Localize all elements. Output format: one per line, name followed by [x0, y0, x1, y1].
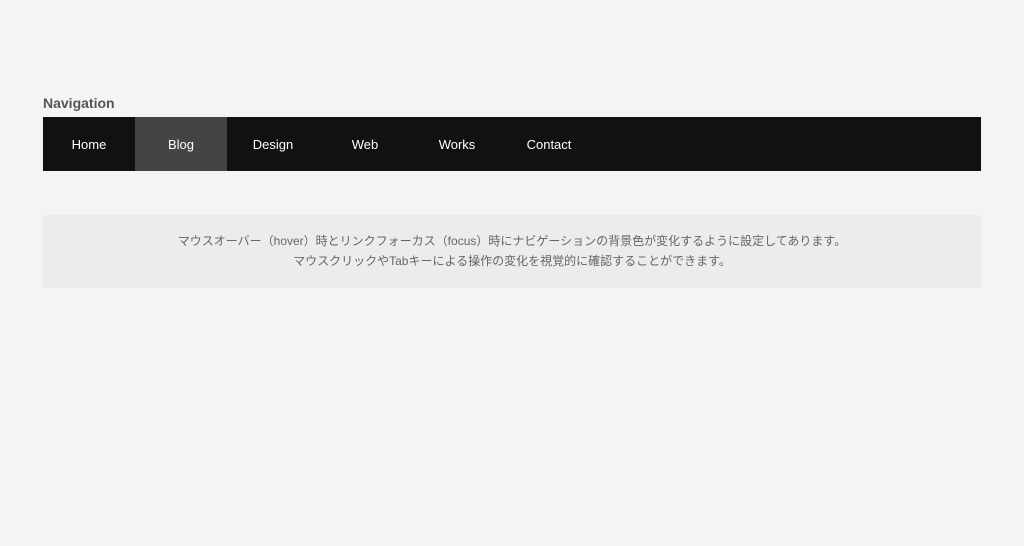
navigation-title: Navigation: [43, 95, 981, 111]
nav-item-contact[interactable]: Contact: [503, 117, 595, 171]
nav-item-home[interactable]: Home: [43, 117, 135, 171]
description-line-1: マウスオーバー（hover）時とリンクフォーカス（focus）時にナビゲーション…: [63, 231, 961, 251]
nav-item-web[interactable]: Web: [319, 117, 411, 171]
nav-item-blog[interactable]: Blog: [135, 117, 227, 171]
description-box: マウスオーバー（hover）時とリンクフォーカス（focus）時にナビゲーション…: [43, 215, 981, 288]
navigation-bar: Home Blog Design Web Works Contact: [43, 117, 981, 171]
nav-item-design[interactable]: Design: [227, 117, 319, 171]
description-line-2: マウスクリックやTabキーによる操作の変化を視覚的に確認することができます。: [63, 251, 961, 271]
nav-item-works[interactable]: Works: [411, 117, 503, 171]
